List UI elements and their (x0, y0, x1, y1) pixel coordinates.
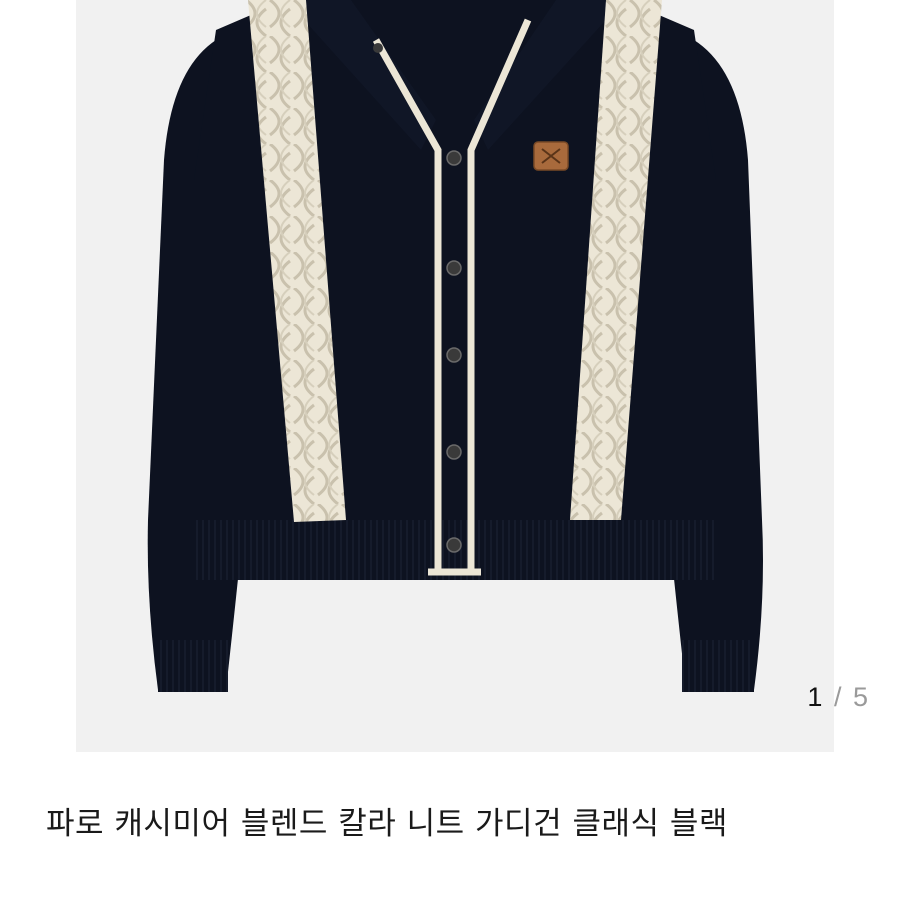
image-counter: 1 / 5 (807, 682, 869, 713)
counter-separator: / (833, 682, 843, 712)
product-image-gallery[interactable]: 1 / 5 (0, 0, 907, 752)
product-info: 파로 캐시미어 블렌드 칼라 니트 가디건 클래식 블랙 (46, 798, 866, 850)
counter-current: 1 (807, 682, 824, 712)
counter-total: 5 (852, 682, 869, 712)
product-page: 1 / 5 파로 캐시미어 블렌드 칼라 니트 가디건 클래식 블랙 (0, 0, 907, 907)
product-photo[interactable] (76, 0, 834, 752)
product-title: 파로 캐시미어 블렌드 칼라 니트 가디건 클래식 블랙 (46, 806, 728, 842)
cardigan-image (147, 0, 763, 692)
